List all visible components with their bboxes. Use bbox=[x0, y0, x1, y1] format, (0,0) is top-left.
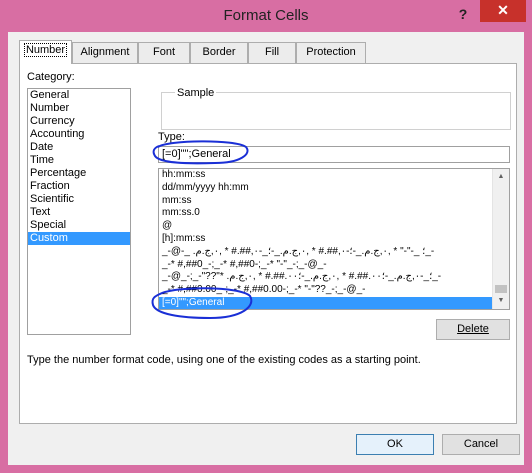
tab-border[interactable]: Border bbox=[190, 42, 248, 63]
category-item-text[interactable]: Text bbox=[28, 206, 130, 219]
category-item-time[interactable]: Time bbox=[28, 154, 130, 167]
scroll-thumb[interactable] bbox=[495, 285, 507, 293]
cancel-button[interactable]: Cancel bbox=[442, 434, 520, 455]
category-item-percentage[interactable]: Percentage bbox=[28, 167, 130, 180]
format-list-scrollbar[interactable]: ▲ ▼ bbox=[492, 169, 509, 309]
format-item[interactable]: mm:ss.0 bbox=[159, 207, 492, 220]
tab-fill[interactable]: Fill bbox=[248, 42, 296, 63]
format-item[interactable]: _-@-_ ؛ _-"-" * ,٠,ج.م.‏_-؛-٠,##.# * ,٠,… bbox=[159, 246, 492, 259]
category-item-custom[interactable]: Custom bbox=[28, 232, 130, 245]
tab-font[interactable]: Font bbox=[138, 42, 190, 63]
title-bar: Format Cells ? ✕ bbox=[0, 0, 532, 32]
category-list[interactable]: General Number Currency Accounting Date … bbox=[27, 88, 131, 335]
format-item[interactable]: _-* #,##0.00_-;_-* #,##0.00-;_-* "-"??_-… bbox=[159, 284, 492, 297]
sample-label: Sample bbox=[175, 87, 217, 99]
format-item[interactable]: mm:ss bbox=[159, 195, 492, 208]
scroll-down-icon[interactable]: ▼ bbox=[493, 293, 509, 309]
category-item-accounting[interactable]: Accounting bbox=[28, 128, 130, 141]
category-item-date[interactable]: Date bbox=[28, 141, 130, 154]
tab-alignment[interactable]: Alignment bbox=[72, 42, 138, 63]
tab-number-label: Number bbox=[23, 43, 68, 57]
ok-button[interactable]: OK bbox=[356, 434, 434, 455]
format-item[interactable]: _-@_-;_-"??"* ؛_-٠,ج.م.‏_-؛٠٠.##.# * ,٠,… bbox=[159, 271, 492, 284]
format-item[interactable]: @ bbox=[159, 220, 492, 233]
format-code-list[interactable]: hh:mm:ss dd/mm/yyyy hh:mm mm:ss mm:ss.0 … bbox=[158, 168, 510, 310]
category-label: Category: bbox=[27, 71, 75, 83]
tab-protection[interactable]: Protection bbox=[296, 42, 366, 63]
category-item-fraction[interactable]: Fraction bbox=[28, 180, 130, 193]
format-item-selected[interactable]: [=0]"";General bbox=[159, 296, 492, 309]
category-item-general[interactable]: General bbox=[28, 89, 130, 102]
category-item-currency[interactable]: Currency bbox=[28, 115, 130, 128]
tab-number[interactable]: Number bbox=[19, 40, 72, 64]
format-item[interactable]: [h]:mm:ss bbox=[159, 233, 492, 246]
help-button[interactable]: ? bbox=[452, 4, 474, 24]
type-input[interactable]: [=0]"";General bbox=[158, 146, 510, 163]
format-item[interactable]: dd/mm/yyyy hh:mm bbox=[159, 182, 492, 195]
format-item[interactable]: hh:mm:ss bbox=[159, 169, 492, 182]
type-label: Type: bbox=[158, 131, 185, 143]
category-item-number[interactable]: Number bbox=[28, 102, 130, 115]
dialog-client: Number Alignment Font Border Fill Protec… bbox=[8, 32, 524, 465]
close-button[interactable]: ✕ bbox=[480, 0, 526, 22]
scroll-up-icon[interactable]: ▲ bbox=[493, 169, 509, 185]
category-item-scientific[interactable]: Scientific bbox=[28, 193, 130, 206]
format-item[interactable]: _-* #,##0_-;_-* #,##0-;_-* "-"_-;_-@_- bbox=[159, 259, 492, 272]
delete-button-label: Delete bbox=[457, 323, 489, 335]
description-text: Type the number format code, using one o… bbox=[27, 354, 421, 366]
delete-button[interactable]: Delete bbox=[436, 319, 510, 340]
category-item-special[interactable]: Special bbox=[28, 219, 130, 232]
